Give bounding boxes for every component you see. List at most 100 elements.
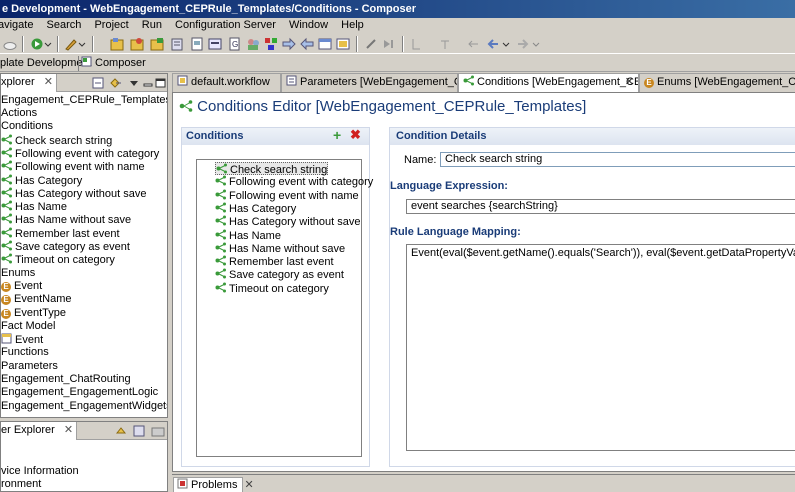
condition-list-item[interactable]: Save category as event [215, 268, 344, 281]
tree-item[interactable]: Engagement_ChatRouting [1, 373, 131, 386]
condition-list-item[interactable]: Following event with category [215, 175, 373, 188]
tree-item[interactable]: Timeout on category [1, 253, 115, 266]
layout-icon[interactable] [336, 37, 350, 51]
grammar-icon[interactable]: G [228, 37, 242, 51]
tree-item[interactable]: Functions [1, 346, 49, 359]
chevron-down-icon[interactable] [78, 37, 86, 51]
conditions-section-header: Conditions + ✖ [182, 127, 369, 145]
perspective-composer[interactable]: Composer [78, 56, 146, 71]
condition-list-item[interactable]: Has Category [215, 202, 296, 215]
condition-list-item[interactable]: Remember last event [215, 255, 334, 268]
forward-icon[interactable] [382, 37, 396, 51]
problems-icon [177, 478, 188, 489]
chevron-down-icon[interactable] [532, 37, 540, 51]
tree-item[interactable]: Parameters [1, 360, 58, 373]
tree-item[interactable]: Has Name [1, 200, 67, 213]
run-icon[interactable] [30, 37, 44, 51]
next-annotation-icon[interactable] [438, 37, 452, 51]
add-condition-icon[interactable]: + [333, 127, 341, 143]
tree-item[interactable]: E EventType [1, 307, 66, 320]
menu-navigate[interactable]: avigate [0, 19, 33, 31]
chevron-down-icon[interactable] [502, 37, 510, 51]
condition-list-item[interactable]: Timeout on category [215, 282, 329, 295]
tree-item[interactable]: Has Name without save [1, 213, 131, 226]
forward-nav-icon[interactable] [516, 37, 530, 51]
server-item-environment[interactable]: ronment [1, 478, 41, 491]
annotation-icon[interactable] [410, 37, 424, 51]
server-explorer-tab[interactable]: er Explorer ✕ [1, 422, 78, 440]
server-config-icon[interactable] [151, 425, 165, 437]
menu-configuration-server[interactable]: Configuration Server [175, 19, 276, 31]
tree-item[interactable]: Following event with category [1, 147, 159, 160]
minimize-icon[interactable] [143, 78, 153, 88]
arrow-left-icon[interactable] [300, 37, 314, 51]
tab-conditions[interactable]: Conditions [WebEngagement_CEPR ✕ [458, 73, 639, 92]
menu-search[interactable]: Search [47, 19, 82, 31]
new-callflow-icon[interactable] [150, 37, 164, 51]
tree-item[interactable]: Conditions [1, 120, 53, 133]
project-explorer-tab[interactable]: xplorer ✕ [1, 74, 57, 92]
menu-project[interactable]: Project [94, 19, 128, 31]
refresh-icon[interactable] [115, 425, 127, 437]
tree-item[interactable]: Actions [1, 107, 37, 120]
new-project-icon[interactable] [110, 37, 124, 51]
tab-enums[interactable]: EEnums [WebEngagement_CEPRule_Templates] [639, 73, 795, 92]
tab-parameters[interactable]: Parameters [WebEngagement_CEPR [281, 73, 458, 92]
menu-run[interactable]: Run [142, 19, 162, 31]
server-view-icon[interactable] [133, 425, 145, 437]
chevron-down-icon[interactable] [44, 37, 52, 51]
condition-list-item[interactable]: Check search string [215, 162, 329, 176]
edit-icon[interactable] [64, 37, 78, 51]
language-expression-field[interactable]: event searches {searchString} [406, 199, 795, 214]
condition-list-item[interactable]: Has Name without save [215, 242, 345, 255]
condition-list-item[interactable]: Following event with name [215, 189, 359, 202]
tree-item[interactable]: Check search string [1, 134, 112, 147]
close-icon[interactable]: ✕ [625, 74, 634, 91]
condition-icon [1, 227, 12, 238]
maximize-icon[interactable] [155, 77, 167, 89]
tree-item[interactable]: Event [1, 333, 43, 346]
server-item-device-information[interactable]: vice Information [1, 465, 79, 478]
tree-item[interactable]: Following event with name [1, 160, 145, 173]
delete-condition-icon[interactable]: ✖ [350, 127, 361, 143]
tree-item[interactable]: Enums [1, 267, 35, 280]
document-icon[interactable] [190, 37, 204, 51]
tree-item[interactable]: E EventName [1, 293, 71, 306]
last-edit-icon[interactable] [466, 37, 480, 51]
tree-item[interactable]: Has Category without save [1, 187, 146, 200]
back-icon[interactable] [486, 37, 500, 51]
pin-icon[interactable] [364, 37, 378, 51]
tree-item[interactable]: Has Category [1, 174, 82, 187]
menu-help[interactable]: Help [341, 19, 364, 31]
tab-default-workflow[interactable]: default.workflow [172, 73, 281, 92]
close-icon[interactable]: ✕ [44, 76, 53, 88]
tree-item[interactable]: Fact Model [1, 320, 55, 333]
form-icon[interactable] [208, 37, 222, 51]
tree-item[interactable]: Engagement_EngagementLogic [1, 386, 158, 399]
new-workflow-icon[interactable] [130, 37, 144, 51]
window-icon[interactable] [318, 37, 332, 51]
tree-item[interactable]: Engagement_EngagementWidgets [1, 400, 167, 413]
tree-root[interactable]: Engagement_CEPRule_Templates [1, 94, 167, 107]
rule-language-mapping-field[interactable]: Event(eval($event.getName().equals('Sear… [406, 244, 795, 451]
collapse-all-icon[interactable] [92, 77, 104, 89]
tree-item[interactable]: Remember last event [1, 227, 120, 240]
database-icon[interactable] [170, 37, 184, 51]
tree-item[interactable]: E Event [1, 280, 42, 293]
arrow-right-icon[interactable] [282, 37, 296, 51]
window-title-bar: e Development - WebEngagement_CEPRule_Te… [0, 0, 795, 18]
condition-list-item[interactable]: Has Name [215, 229, 281, 242]
tab-problems[interactable]: Problems ✕ [173, 477, 254, 492]
condition-list-item[interactable]: Has Category without save [215, 215, 360, 228]
menu-window[interactable]: Window [289, 19, 328, 31]
view-menu-icon[interactable] [129, 78, 139, 88]
tree-item[interactable]: Save category as event [1, 240, 130, 253]
cloud-icon[interactable] [3, 37, 17, 51]
close-icon[interactable]: ✕ [245, 479, 254, 491]
routing-icon[interactable] [264, 37, 278, 51]
project-explorer-header: xplorer ✕ [1, 74, 167, 92]
link-with-editor-icon[interactable] [109, 77, 123, 89]
close-icon[interactable]: ✕ [64, 424, 73, 436]
people-icon[interactable] [246, 37, 260, 51]
name-field[interactable]: Check search string [440, 152, 795, 167]
